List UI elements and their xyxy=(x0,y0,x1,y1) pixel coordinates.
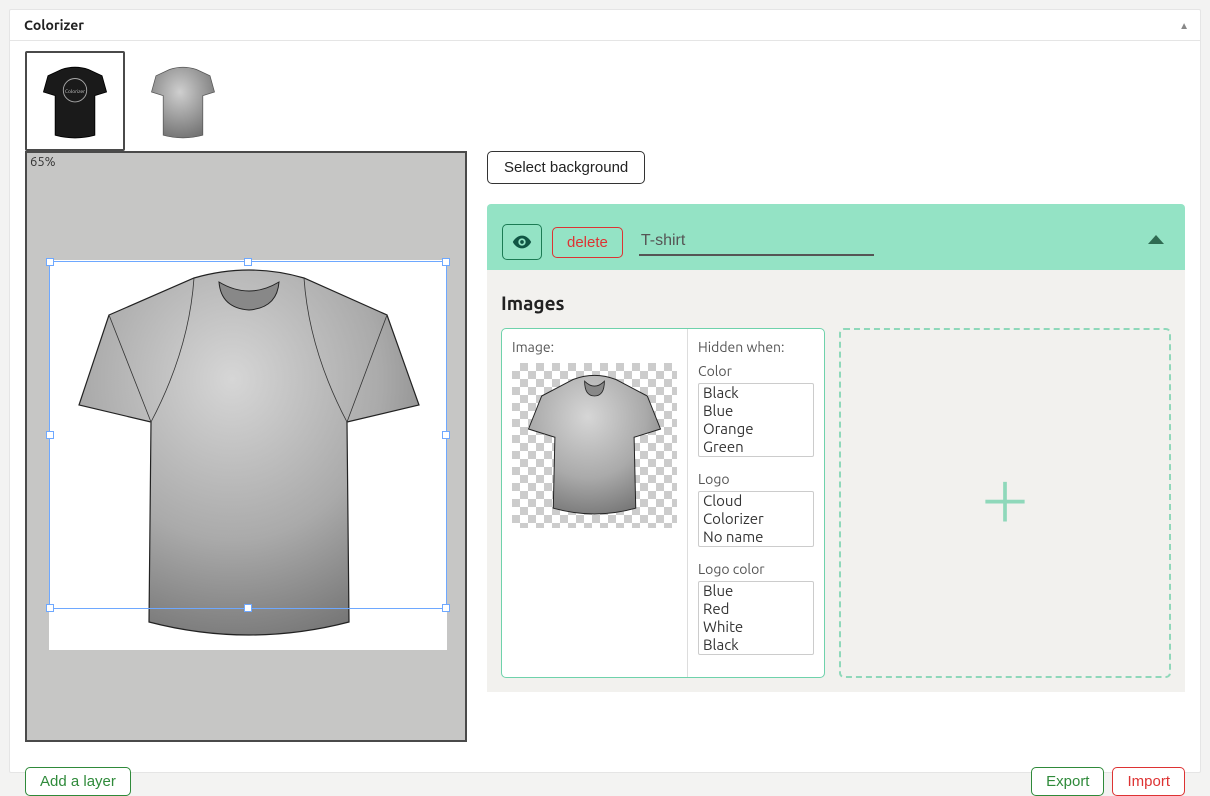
thumb-front[interactable]: Colorizer xyxy=(25,51,125,151)
attr-logo-label: Logo xyxy=(698,471,814,487)
attr-color-label: Color xyxy=(698,363,814,379)
attr-logocolor-select[interactable]: Blue Red White Black xyxy=(698,581,814,655)
images-heading: Images xyxy=(501,292,1171,314)
panel-collapse-icon[interactable]: ▲ xyxy=(1179,20,1189,32)
attr-logo-select[interactable]: Cloud Colorizer No name xyxy=(698,491,814,547)
delete-layer-button[interactable]: delete xyxy=(552,227,623,258)
editor-canvas[interactable]: 65% xyxy=(25,151,467,742)
image-label: Image: xyxy=(512,339,677,355)
colorizer-panel: Colorizer ▲ Colorizer xyxy=(9,9,1201,773)
attr-logocolor-label: Logo color xyxy=(698,561,814,577)
eye-icon xyxy=(511,231,533,253)
artboard xyxy=(49,260,447,650)
plus-icon: ＋ xyxy=(978,476,1032,530)
layer-collapse-icon[interactable] xyxy=(1147,232,1165,248)
layer-name-input[interactable] xyxy=(639,228,874,256)
layers-column: Select background delete xyxy=(487,151,1185,742)
workspace: 65% xyxy=(10,151,1200,757)
add-image-slot[interactable]: ＋ xyxy=(839,328,1171,678)
image-card: Image: xyxy=(501,328,825,678)
visibility-toggle[interactable] xyxy=(502,224,542,260)
zoom-label: 65% xyxy=(30,155,56,169)
image-preview[interactable] xyxy=(512,363,677,528)
layers-scroll[interactable]: delete Images Image: xyxy=(487,204,1185,742)
bottom-bar: Add a layer Export Import xyxy=(10,757,1200,796)
thumb-back[interactable] xyxy=(133,51,233,151)
layer-body: Images Image: xyxy=(487,270,1185,692)
panel-header: Colorizer ▲ xyxy=(10,10,1200,41)
select-background-button[interactable]: Select background xyxy=(487,151,645,184)
attr-color-select[interactable]: Black Blue Orange Green xyxy=(698,383,814,457)
panel-title: Colorizer xyxy=(24,17,84,33)
thumb-front-logo-text: Colorizer xyxy=(65,88,85,94)
hidden-when-label: Hidden when: xyxy=(698,339,814,355)
thumbnail-row: Colorizer xyxy=(10,41,1200,151)
images-row: Image: xyxy=(501,328,1171,678)
layer-header: delete xyxy=(487,214,1185,270)
layer-grip-bar[interactable] xyxy=(487,204,1185,214)
